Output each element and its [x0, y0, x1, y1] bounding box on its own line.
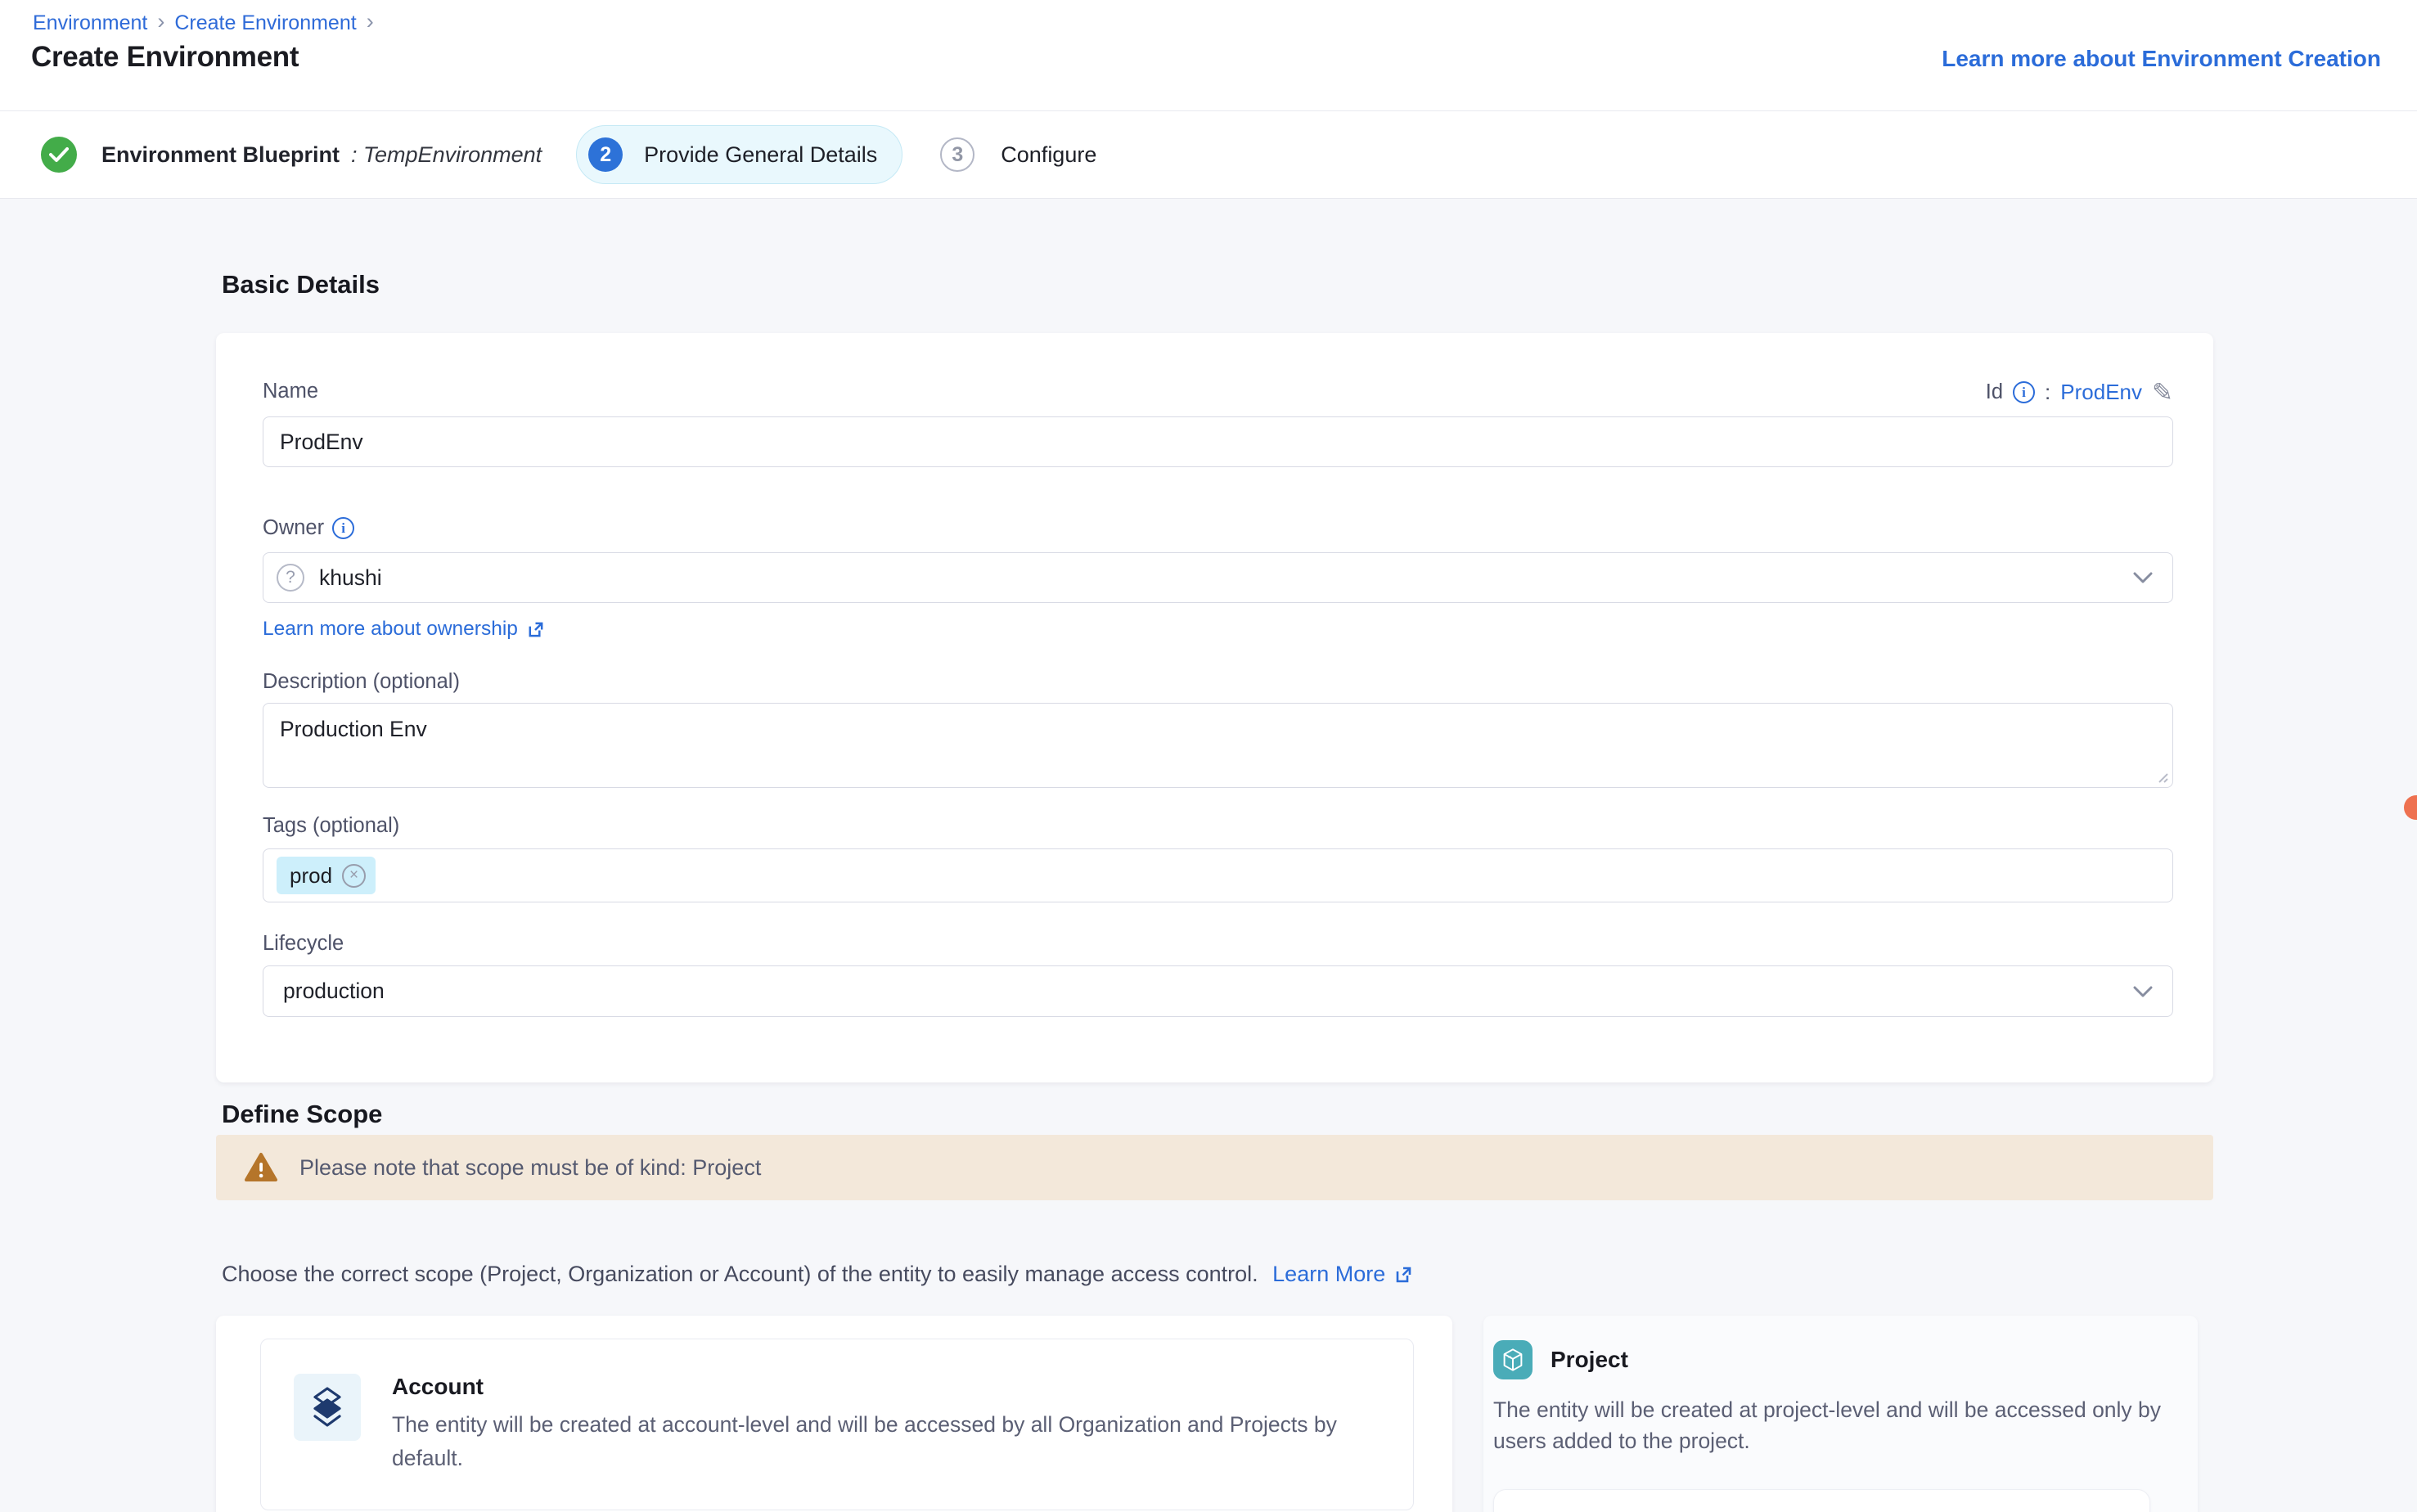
description-label: Description (optional) — [263, 670, 460, 694]
external-link-icon — [526, 620, 545, 639]
learn-more-ownership-link[interactable]: Learn more about ownership — [263, 618, 545, 641]
lifecycle-label: Lifecycle — [263, 932, 344, 956]
account-scope-option[interactable]: Account The entity will be created at ac… — [260, 1339, 1414, 1510]
tags-label: Tags (optional) — [263, 814, 399, 838]
name-input[interactable] — [263, 416, 2173, 467]
tag-chip-prod: prod × — [277, 857, 376, 894]
breadcrumb-link-create-environment[interactable]: Create Environment — [174, 11, 356, 35]
create-environment-page: Environment › Create Environment › Creat… — [0, 0, 2417, 1512]
scope-learn-more-text: Learn More — [1272, 1262, 1385, 1287]
project-card-description: The entity will be created at project-le… — [1493, 1394, 2181, 1456]
step3-number-badge: 3 — [940, 137, 974, 172]
step2-label: Provide General Details — [644, 142, 877, 168]
basic-details-heading: Basic Details — [222, 270, 380, 299]
name-label: Name — [263, 380, 318, 403]
id-label: Id — [1986, 380, 2003, 404]
lifecycle-select[interactable]: production — [263, 965, 2173, 1017]
feedback-handle-icon[interactable] — [2404, 795, 2417, 820]
define-scope-heading: Define Scope — [222, 1100, 382, 1129]
id-colon: : — [2045, 380, 2050, 405]
external-link-icon — [1393, 1265, 1413, 1285]
resize-grip-icon[interactable] — [2154, 769, 2169, 784]
project-selector-box[interactable] — [1493, 1489, 2150, 1512]
account-card-description: The entity will be created at account-le… — [392, 1408, 1413, 1475]
entity-id-row: Id i : ProdEnv ✎ — [1986, 380, 2173, 405]
breadcrumb-separator-icon: › — [367, 11, 374, 33]
description-textarea[interactable]: Production Env — [263, 703, 2173, 788]
tags-input[interactable]: prod × — [263, 848, 2173, 902]
step3-label[interactable]: Configure — [1001, 142, 1096, 168]
owner-value: khushi — [319, 565, 382, 591]
id-info-icon[interactable]: i — [2013, 381, 2035, 403]
chevron-down-icon — [2133, 572, 2153, 583]
warning-icon — [244, 1152, 278, 1183]
description-field-wrap: Production Env — [263, 703, 2173, 788]
step1-done-indicator — [41, 137, 77, 173]
account-card-text: Account The entity will be created at ac… — [392, 1374, 1413, 1475]
owner-info-icon[interactable]: i — [332, 517, 354, 539]
project-cube-icon — [1501, 1348, 1524, 1372]
scope-learn-more-link[interactable]: Learn More — [1272, 1262, 1413, 1287]
breadcrumb-separator-icon: › — [157, 11, 164, 33]
check-icon — [49, 146, 69, 163]
scope-warning-text: Please note that scope must be of kind: … — [299, 1155, 761, 1181]
owner-label: Owner — [263, 516, 324, 540]
ownership-link-row: Learn more about ownership — [263, 618, 545, 641]
wizard-stepper: Environment Blueprint : TempEnvironment … — [0, 111, 2417, 199]
edit-id-icon[interactable]: ✎ — [2152, 380, 2173, 405]
step2-number-badge: 2 — [588, 137, 623, 172]
project-icon-tile — [1493, 1340, 1533, 1379]
chevron-down-icon — [2133, 986, 2153, 997]
account-card-title: Account — [392, 1374, 1413, 1400]
scope-warning-banner: Please note that scope must be of kind: … — [216, 1135, 2213, 1200]
id-value: ProdEnv — [2060, 380, 2142, 405]
learn-more-environment-creation-link[interactable]: Learn more about Environment Creation — [1942, 46, 2381, 72]
page-header: Environment › Create Environment › Creat… — [0, 0, 2417, 111]
account-icon-tile — [294, 1374, 361, 1441]
page-title: Create Environment — [31, 41, 299, 74]
scope-description: Choose the correct scope (Project, Organ… — [222, 1262, 1413, 1287]
scope-description-text: Choose the correct scope (Project, Organ… — [222, 1262, 1258, 1286]
account-scope-card: Account The entity will be created at ac… — [216, 1316, 1452, 1512]
owner-select[interactable]: ? khushi — [263, 552, 2173, 603]
basic-details-card: Name Id i : ProdEnv ✎ Owner i ? khushi L… — [216, 333, 2213, 1082]
lifecycle-value: production — [283, 979, 385, 1004]
step1-selected-blueprint: : TempEnvironment — [351, 142, 542, 168]
step2-active-pill[interactable]: 2 Provide General Details — [576, 125, 902, 184]
account-layers-icon — [308, 1386, 347, 1429]
breadcrumb: Environment › Create Environment › — [33, 11, 374, 35]
project-scope-option[interactable]: Project — [1493, 1340, 1628, 1379]
learn-more-ownership-text: Learn more about ownership — [263, 618, 518, 641]
project-scope-panel: Project The entity will be created at pr… — [1483, 1316, 2198, 1512]
owner-label-row: Owner i — [263, 516, 354, 540]
unknown-user-icon: ? — [277, 564, 304, 592]
step1-label[interactable]: Environment Blueprint — [101, 142, 340, 168]
remove-tag-icon[interactable]: × — [342, 864, 366, 888]
project-card-title: Project — [1551, 1347, 1628, 1373]
tag-chip-text: prod — [290, 863, 332, 889]
breadcrumb-link-environment[interactable]: Environment — [33, 11, 147, 35]
